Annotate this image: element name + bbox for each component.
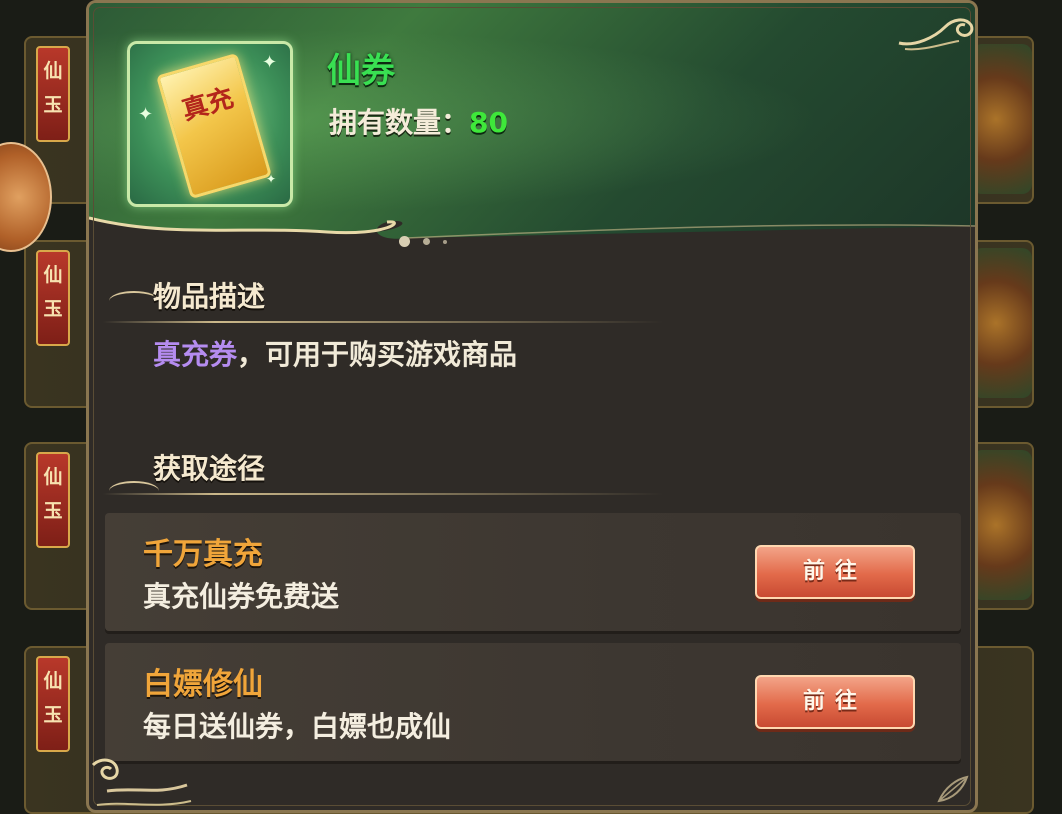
section-title-ornament — [109, 291, 159, 311]
item-detail-popup: 真充 ✦ ✦ ✦ 仙券 拥有数量：80 物品描述 真充券，可用于购买游戏商品 获… — [86, 0, 978, 813]
go-button[interactable]: 前往 — [755, 545, 915, 599]
route-title: 白嫖修仙 — [143, 667, 263, 702]
sparkle-icon: ✦ — [266, 172, 277, 186]
section-divider — [103, 493, 663, 495]
page-indicator — [399, 231, 455, 250]
background-card-tag: 仙玉 — [36, 656, 70, 752]
corner-swirl-decoration — [91, 758, 192, 806]
section-title-ornament — [109, 481, 159, 501]
description-text: 真充券，可用于购买游戏商品 — [153, 333, 517, 373]
ticket-icon: 真充 — [155, 52, 273, 200]
acquire-route-item: 白嫖修仙 每日送仙券，白嫖也成仙 前往 — [105, 643, 961, 761]
background-card-art — [972, 450, 1032, 600]
acquire-route-item: 千万真充 真充仙券免费送 前往 — [105, 513, 961, 631]
background-card-tag: 仙玉 — [36, 46, 70, 142]
ticket-label: 真充 — [178, 83, 238, 127]
description-body: ，可用于购买游戏商品 — [237, 338, 518, 371]
header-wave-decoration — [89, 216, 975, 252]
description-title: 物品描述 — [153, 280, 266, 313]
owned-count-row: 拥有数量：80 — [329, 101, 508, 141]
owned-count-value: 80 — [469, 106, 508, 139]
sparkle-icon: ✦ — [262, 52, 278, 73]
corner-swirl-decoration — [898, 18, 974, 51]
acquire-title: 获取途径 — [153, 452, 266, 485]
route-subtitle: 每日送仙券，白嫖也成仙 — [143, 710, 452, 743]
description-highlight: 真充券 — [153, 338, 238, 371]
owned-count-label: 拥有数量： — [329, 106, 470, 139]
background-card-art — [972, 248, 1032, 398]
page-dot — [423, 238, 431, 245]
item-name: 仙券 — [327, 51, 395, 91]
background-card-art — [972, 44, 1032, 194]
background-card-tag: 仙玉 — [36, 452, 70, 548]
section-divider — [103, 321, 663, 323]
route-subtitle: 真充仙券免费送 — [143, 580, 340, 613]
go-button[interactable]: 前往 — [755, 675, 915, 729]
page-dot — [399, 236, 410, 247]
background-card-tag: 仙玉 — [36, 250, 70, 346]
item-icon-frame: 真充 ✦ ✦ ✦ — [127, 41, 293, 207]
sparkle-icon: ✦ — [138, 104, 154, 125]
page-dot — [443, 239, 448, 244]
leaf-icon — [937, 775, 969, 803]
route-title: 千万真充 — [143, 537, 263, 572]
